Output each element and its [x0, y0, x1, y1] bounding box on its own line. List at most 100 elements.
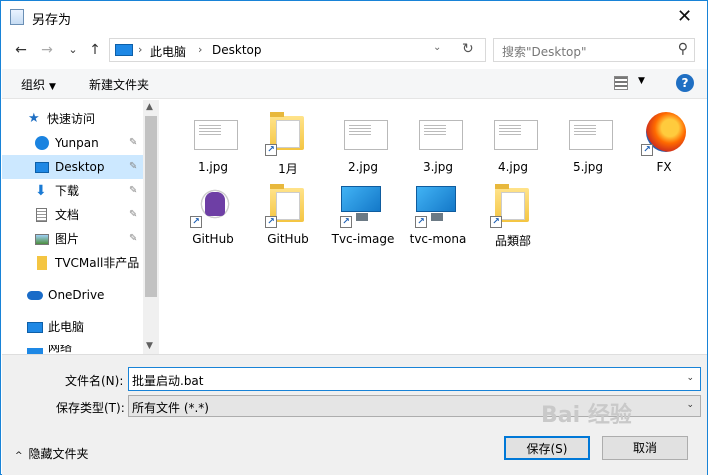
sidebar-item-label: Desktop: [55, 160, 105, 174]
breadcrumb-desktop[interactable]: Desktop: [212, 43, 262, 57]
image-thumbnail-icon: [416, 110, 463, 156]
file-item[interactable]: 4.jpg: [477, 110, 549, 180]
shortcut-item[interactable]: ↗ tvc-mona: [402, 182, 474, 252]
refresh-button[interactable]: ↻: [462, 41, 474, 57]
breadcrumb-this-pc[interactable]: 此电脑: [150, 43, 186, 60]
file-item[interactable]: 1.jpg: [177, 110, 249, 180]
search-icon[interactable]: ⚲: [678, 41, 688, 57]
cancel-button[interactable]: 取消: [602, 436, 688, 460]
sidebar-scrollbar[interactable]: ▲ ▼: [143, 100, 159, 354]
organize-menu[interactable]: 组织 ▼: [21, 76, 56, 93]
folder-icon: ↗: [490, 182, 537, 228]
shortcut-arrow-icon: ↗: [641, 144, 653, 156]
sidebar-item-label: 此电脑: [48, 320, 85, 334]
sidebar-item-network[interactable]: 网络: [2, 345, 144, 354]
download-icon: ⬇: [35, 183, 47, 199]
search-box[interactable]: 搜索"Desktop" ⚲: [493, 38, 695, 62]
save-as-dialog: 另存为 ✕ ← → ⌄ ↑ › 此电脑 › Desktop ⌄ ↻ 搜索"Des…: [0, 0, 708, 475]
view-options-icon[interactable]: [614, 76, 628, 90]
chevron-down-icon: ▼: [49, 82, 56, 92]
pin-icon: ✎: [129, 233, 138, 244]
chevron-down-icon[interactable]: ⌄: [686, 400, 694, 410]
filetype-label: 保存类型(T):: [56, 401, 125, 415]
file-name: GitHub: [192, 232, 234, 246]
onedrive-icon: [27, 291, 43, 300]
file-name: FX: [656, 160, 672, 174]
pin-icon: ✎: [129, 185, 138, 196]
address-dropdown-button[interactable]: ⌄: [433, 42, 441, 53]
forward-button[interactable]: →: [39, 42, 55, 58]
breadcrumb-separator: ›: [138, 43, 143, 56]
shortcut-arrow-icon: ↗: [415, 216, 427, 228]
sidebar-item-label: 网络: [48, 345, 73, 354]
folder-icon: ↗: [265, 110, 312, 156]
sidebar-item-label: 下载: [55, 184, 80, 198]
shortcut-arrow-icon: ↗: [265, 144, 277, 156]
firefox-icon: ↗: [641, 110, 688, 156]
pin-icon: ✎: [129, 161, 138, 172]
navigation-pane: ★ 快速访问 Yunpan ✎ Desktop ✎ ⬇ 下载 ✎ 文档 ✎ 图片…: [2, 100, 159, 354]
close-button[interactable]: ✕: [662, 1, 707, 33]
search-input[interactable]: 搜索"Desktop": [502, 43, 587, 60]
document-icon: [36, 208, 47, 222]
address-bar[interactable]: › 此电脑 › Desktop ⌄ ↻: [109, 38, 486, 62]
hide-folders-label: 隐藏文件夹: [28, 447, 89, 461]
monitor-icon: ↗: [340, 182, 387, 228]
file-item[interactable]: 2.jpg: [327, 110, 399, 180]
sidebar-item-quick-access[interactable]: ★ 快速访问: [2, 107, 144, 131]
scrollbar-thumb[interactable]: [145, 116, 157, 297]
folder-item[interactable]: ↗ GitHub: [252, 182, 324, 252]
image-thumbnail-icon: [341, 110, 388, 156]
github-icon: ↗: [190, 182, 237, 228]
command-toolbar: 组织 ▼ 新建文件夹 ▼ ?: [2, 69, 707, 99]
shortcut-arrow-icon: ↗: [265, 216, 277, 228]
folder-icon: ↗: [265, 182, 312, 228]
sidebar-item-downloads[interactable]: ⬇ 下载 ✎: [2, 179, 144, 203]
image-thumbnail-icon: [491, 110, 538, 156]
filename-field[interactable]: 批量启动.bat ⌄: [128, 367, 701, 391]
image-thumbnail-icon: [191, 110, 238, 156]
sidebar-item-yunpan[interactable]: Yunpan ✎: [2, 131, 144, 155]
file-name: 品類部: [494, 234, 531, 248]
back-button[interactable]: ←: [13, 42, 29, 58]
breadcrumb-separator: ›: [198, 43, 203, 56]
filetype-value: 所有文件 (*.*): [132, 401, 209, 415]
shortcut-item[interactable]: ↗ Tvc-image: [327, 182, 399, 252]
folder-item[interactable]: ↗ 品類部: [477, 182, 549, 252]
scroll-up-icon[interactable]: ▲: [146, 102, 153, 112]
new-folder-button[interactable]: 新建文件夹: [89, 76, 149, 93]
sidebar-item-onedrive[interactable]: OneDrive: [2, 283, 144, 307]
sidebar-item-label: 文档: [55, 208, 80, 222]
save-button[interactable]: 保存(S): [504, 436, 590, 460]
folder-item[interactable]: ↗ 1月: [252, 110, 324, 180]
shortcut-arrow-icon: ↗: [490, 216, 502, 228]
file-name: 2.jpg: [347, 160, 379, 174]
sidebar-item-this-pc[interactable]: 此电脑: [2, 315, 144, 339]
sidebar-item-label: Yunpan: [55, 136, 99, 150]
shortcut-item[interactable]: ↗ FX: [628, 110, 700, 180]
shortcut-arrow-icon: ↗: [340, 216, 352, 228]
up-button[interactable]: ↑: [87, 42, 103, 58]
help-button[interactable]: ?: [676, 74, 694, 92]
filename-input[interactable]: 批量启动.bat: [132, 372, 204, 389]
pin-icon: ✎: [129, 209, 138, 220]
file-name: 1月: [278, 162, 298, 176]
hide-folders-toggle[interactable]: ^ 隐藏文件夹: [15, 445, 89, 462]
scroll-down-icon[interactable]: ▼: [146, 341, 153, 351]
recent-locations-button[interactable]: ⌄: [65, 42, 81, 58]
view-dropdown-button[interactable]: ▼: [638, 76, 645, 86]
file-name: 5.jpg: [572, 160, 604, 174]
pictures-icon: [35, 234, 49, 245]
file-item[interactable]: 5.jpg: [552, 110, 624, 180]
file-name: tvc-mona: [409, 232, 467, 246]
organize-label: 组织: [21, 78, 46, 92]
sidebar-item-tvcmall[interactable]: TVCMall非产品: [2, 251, 144, 275]
file-item[interactable]: 3.jpg: [402, 110, 474, 180]
chevron-down-icon[interactable]: ⌄: [686, 373, 694, 383]
sidebar-item-desktop[interactable]: Desktop ✎: [2, 155, 144, 179]
shortcut-item[interactable]: ↗ GitHub: [177, 182, 249, 252]
file-name: Tvc-image: [331, 232, 395, 246]
sidebar-item-documents[interactable]: 文档 ✎: [2, 203, 144, 227]
sidebar-item-pictures[interactable]: 图片 ✎: [2, 227, 144, 251]
sidebar-item-label: OneDrive: [48, 288, 105, 302]
